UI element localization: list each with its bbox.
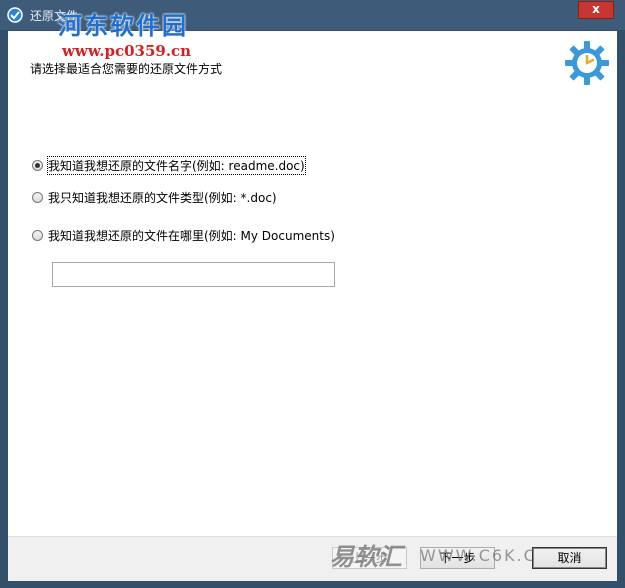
radio-by-filename[interactable]	[32, 159, 43, 171]
watermark-bottom-brand: 易软汇	[330, 542, 402, 571]
option-by-filetype[interactable]: 我只知道我想还原的文件类型(例如: *.doc)	[32, 188, 277, 206]
close-icon: x	[592, 2, 600, 16]
option-by-filename[interactable]: 我知道我想还原的文件名字(例如: readme.doc)	[32, 155, 306, 175]
option-by-filetype-label[interactable]: 我只知道我想还原的文件类型(例如: *.doc)	[48, 189, 277, 206]
watermark-site-name: 河东软件园	[58, 11, 188, 40]
close-button[interactable]: x	[578, 1, 614, 19]
option-by-location[interactable]: 我知道我想还原的文件在哪里(例如: My Documents)	[32, 226, 335, 244]
watermark-site-url: www.pc0359.cn	[62, 42, 192, 60]
restore-files-window: 还原文件 x 请选择最适合您需要的还原文件方式 我知道我想还原的文件名字(例如:…	[0, 0, 625, 588]
radio-by-filetype[interactable]	[32, 191, 43, 203]
option-by-filename-label[interactable]: 我知道我想还原的文件名字(例如: readme.doc)	[47, 155, 306, 175]
app-icon	[7, 7, 23, 23]
instruction-text: 请选择最适合您需要的还原文件方式	[30, 62, 223, 76]
location-input[interactable]	[52, 262, 335, 287]
cancel-button[interactable]: 取消	[532, 547, 607, 569]
gear-clock-icon	[565, 41, 609, 85]
option-by-location-label[interactable]: 我知道我想还原的文件在哪里(例如: My Documents)	[48, 227, 335, 244]
watermark-bottom-url: WWW.C6K.C	[420, 546, 537, 565]
radio-by-location[interactable]	[32, 229, 43, 241]
wizard-content: 请选择最适合您需要的还原文件方式 我知道我想还原的文件名字(例如: readme…	[8, 31, 617, 581]
